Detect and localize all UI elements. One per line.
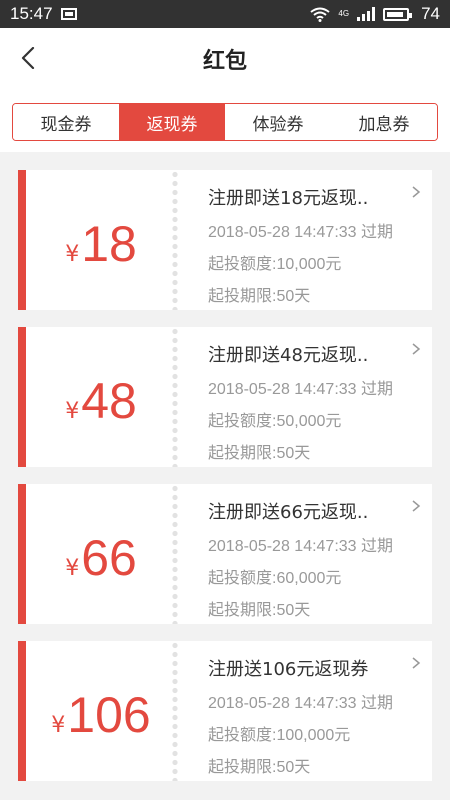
coupon-min-term: 起投期限:50天: [208, 602, 311, 619]
coupon-name: 注册即送66元返现..: [208, 502, 369, 523]
coupon-card[interactable]: ¥ 106 注册送106元返现券 2018-05-28 14:47:33 过期 …: [18, 641, 432, 781]
coupon-name: 注册即送48元返现..: [208, 345, 369, 366]
coupon-expiry: 2018-05-28 14:47:33 过期: [208, 224, 394, 241]
coupon-min-invest: 起投额度:60,000元: [208, 570, 342, 587]
perforation-divider: [172, 641, 178, 781]
tab-cash-coupon[interactable]: 现金券: [13, 104, 119, 140]
chevron-right-icon[interactable]: [410, 500, 422, 512]
chevron-right-icon[interactable]: [410, 186, 422, 198]
perforation-divider: [172, 327, 178, 467]
coupon-min-invest: 起投额度:10,000元: [208, 256, 342, 273]
network-type-label: 4G: [338, 9, 350, 18]
coupon-accent-bar: [18, 641, 26, 781]
message-notification-icon: [60, 8, 77, 20]
coupon-amount: 106: [67, 687, 151, 743]
signal-icon: [357, 7, 376, 21]
coupon-card[interactable]: ¥ 66 注册即送66元返现.. 2018-05-28 14:47:33 过期 …: [18, 484, 432, 624]
coupon-name: 注册即送18元返现..: [208, 188, 369, 209]
coupon-details: 注册送106元返现券 2018-05-28 14:47:33 过期 起投额度:1…: [208, 655, 432, 777]
coupon-details: 注册即送18元返现.. 2018-05-28 14:47:33 过期 起投额度:…: [208, 184, 432, 306]
page-title: 红包: [202, 49, 247, 74]
coupon-details: 注册即送48元返现.. 2018-05-28 14:47:33 过期 起投额度:…: [208, 341, 432, 463]
coupon-amount: 18: [81, 216, 137, 272]
perforation-divider: [172, 170, 178, 310]
coupon-min-term: 起投期限:50天: [208, 288, 311, 305]
coupon-list: ¥ 18 注册即送18元返现.. 2018-05-28 14:47:33 过期 …: [18, 170, 432, 798]
coupon-amount: 66: [81, 530, 137, 586]
tab-bar: 现金券 返现券 体验券 加息券: [0, 90, 450, 152]
coupon-details: 注册即送66元返现.. 2018-05-28 14:47:33 过期 起投额度:…: [208, 498, 432, 620]
perforation-divider: [172, 484, 178, 624]
coupon-name: 注册送106元返现券: [208, 659, 369, 680]
tab-cashback-coupon[interactable]: 返现券: [119, 104, 225, 140]
coupon-min-term: 起投期限:50天: [208, 759, 311, 776]
coupon-accent-bar: [18, 170, 26, 310]
coupon-card[interactable]: ¥ 48 注册即送48元返现.. 2018-05-28 14:47:33 过期 …: [18, 327, 432, 467]
coupon-min-invest: 起投额度:50,000元: [208, 413, 342, 430]
tab-trial-coupon[interactable]: 体验券: [225, 104, 331, 140]
coupon-value: ¥ 18: [26, 170, 176, 310]
coupon-min-term: 起投期限:50天: [208, 445, 311, 462]
coupon-value: ¥ 66: [26, 484, 176, 624]
chevron-right-icon[interactable]: [410, 343, 422, 355]
currency-symbol: ¥: [65, 241, 80, 267]
nav-bar: 红包: [0, 28, 450, 90]
battery-icon: [383, 7, 413, 21]
coupon-accent-bar: [18, 327, 26, 467]
status-time: 15:47: [10, 4, 53, 23]
chevron-right-icon[interactable]: [410, 657, 422, 669]
coupon-card[interactable]: ¥ 18 注册即送18元返现.. 2018-05-28 14:47:33 过期 …: [18, 170, 432, 310]
tab-interest-coupon[interactable]: 加息券: [331, 104, 437, 140]
coupon-expiry: 2018-05-28 14:47:33 过期: [208, 695, 394, 712]
back-arrow-icon[interactable]: [18, 47, 40, 69]
currency-symbol: ¥: [65, 555, 80, 581]
coupon-value: ¥ 48: [26, 327, 176, 467]
battery-level: 74: [421, 4, 440, 23]
coupon-accent-bar: [18, 484, 26, 624]
coupon-expiry: 2018-05-28 14:47:33 过期: [208, 381, 394, 398]
status-bar: 15:47 4G 74: [0, 0, 450, 28]
coupon-expiry: 2018-05-28 14:47:33 过期: [208, 538, 394, 555]
wifi-icon: [310, 7, 331, 22]
coupon-type-tabs: 现金券 返现券 体验券 加息券: [12, 103, 438, 141]
coupon-min-invest: 起投额度:100,000元: [208, 727, 351, 744]
currency-symbol: ¥: [65, 398, 80, 424]
coupon-value: ¥ 106: [26, 641, 176, 781]
coupon-amount: 48: [81, 373, 137, 429]
status-icons: 4G 74: [310, 4, 440, 24]
currency-symbol: ¥: [51, 712, 66, 738]
